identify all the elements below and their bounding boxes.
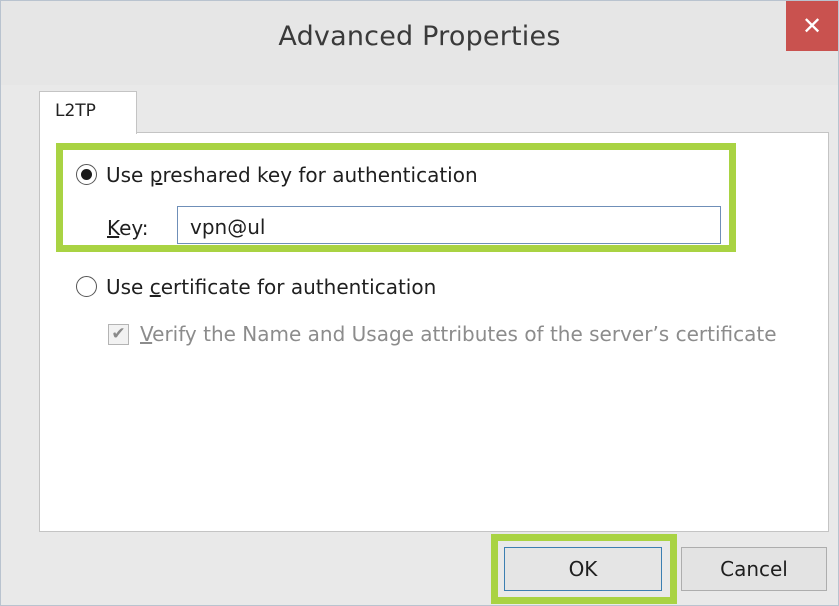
- tab-l2tp[interactable]: L2TP: [39, 91, 137, 134]
- highlight-box-preshared: [56, 143, 736, 252]
- verify-certificate-checkbox[interactable]: ✔: [108, 324, 129, 345]
- highlight-box-ok: [491, 534, 677, 604]
- access-key: V: [140, 322, 153, 346]
- label-text: erify the Name and Usage attributes of t…: [152, 322, 777, 346]
- tab-label: L2TP: [55, 101, 96, 121]
- checkmark-icon: ✔: [111, 324, 126, 344]
- verify-certificate-label: Verify the Name and Usage attributes of …: [140, 322, 777, 346]
- close-button[interactable]: ✕: [786, 1, 838, 51]
- dialog-title: Advanced Properties: [278, 21, 561, 52]
- access-key: c: [149, 275, 161, 299]
- label-text: Use: [106, 275, 150, 299]
- close-icon: ✕: [801, 12, 823, 40]
- title-bar: Advanced Properties ✕: [1, 1, 838, 85]
- certificate-label[interactable]: Use certificate for authentication: [106, 275, 436, 299]
- certificate-radio[interactable]: [76, 276, 97, 297]
- advanced-properties-dialog: Advanced Properties ✕ L2TP: [0, 0, 839, 606]
- cancel-button[interactable]: Cancel: [681, 547, 827, 591]
- label-text: ertificate for authentication: [160, 275, 437, 299]
